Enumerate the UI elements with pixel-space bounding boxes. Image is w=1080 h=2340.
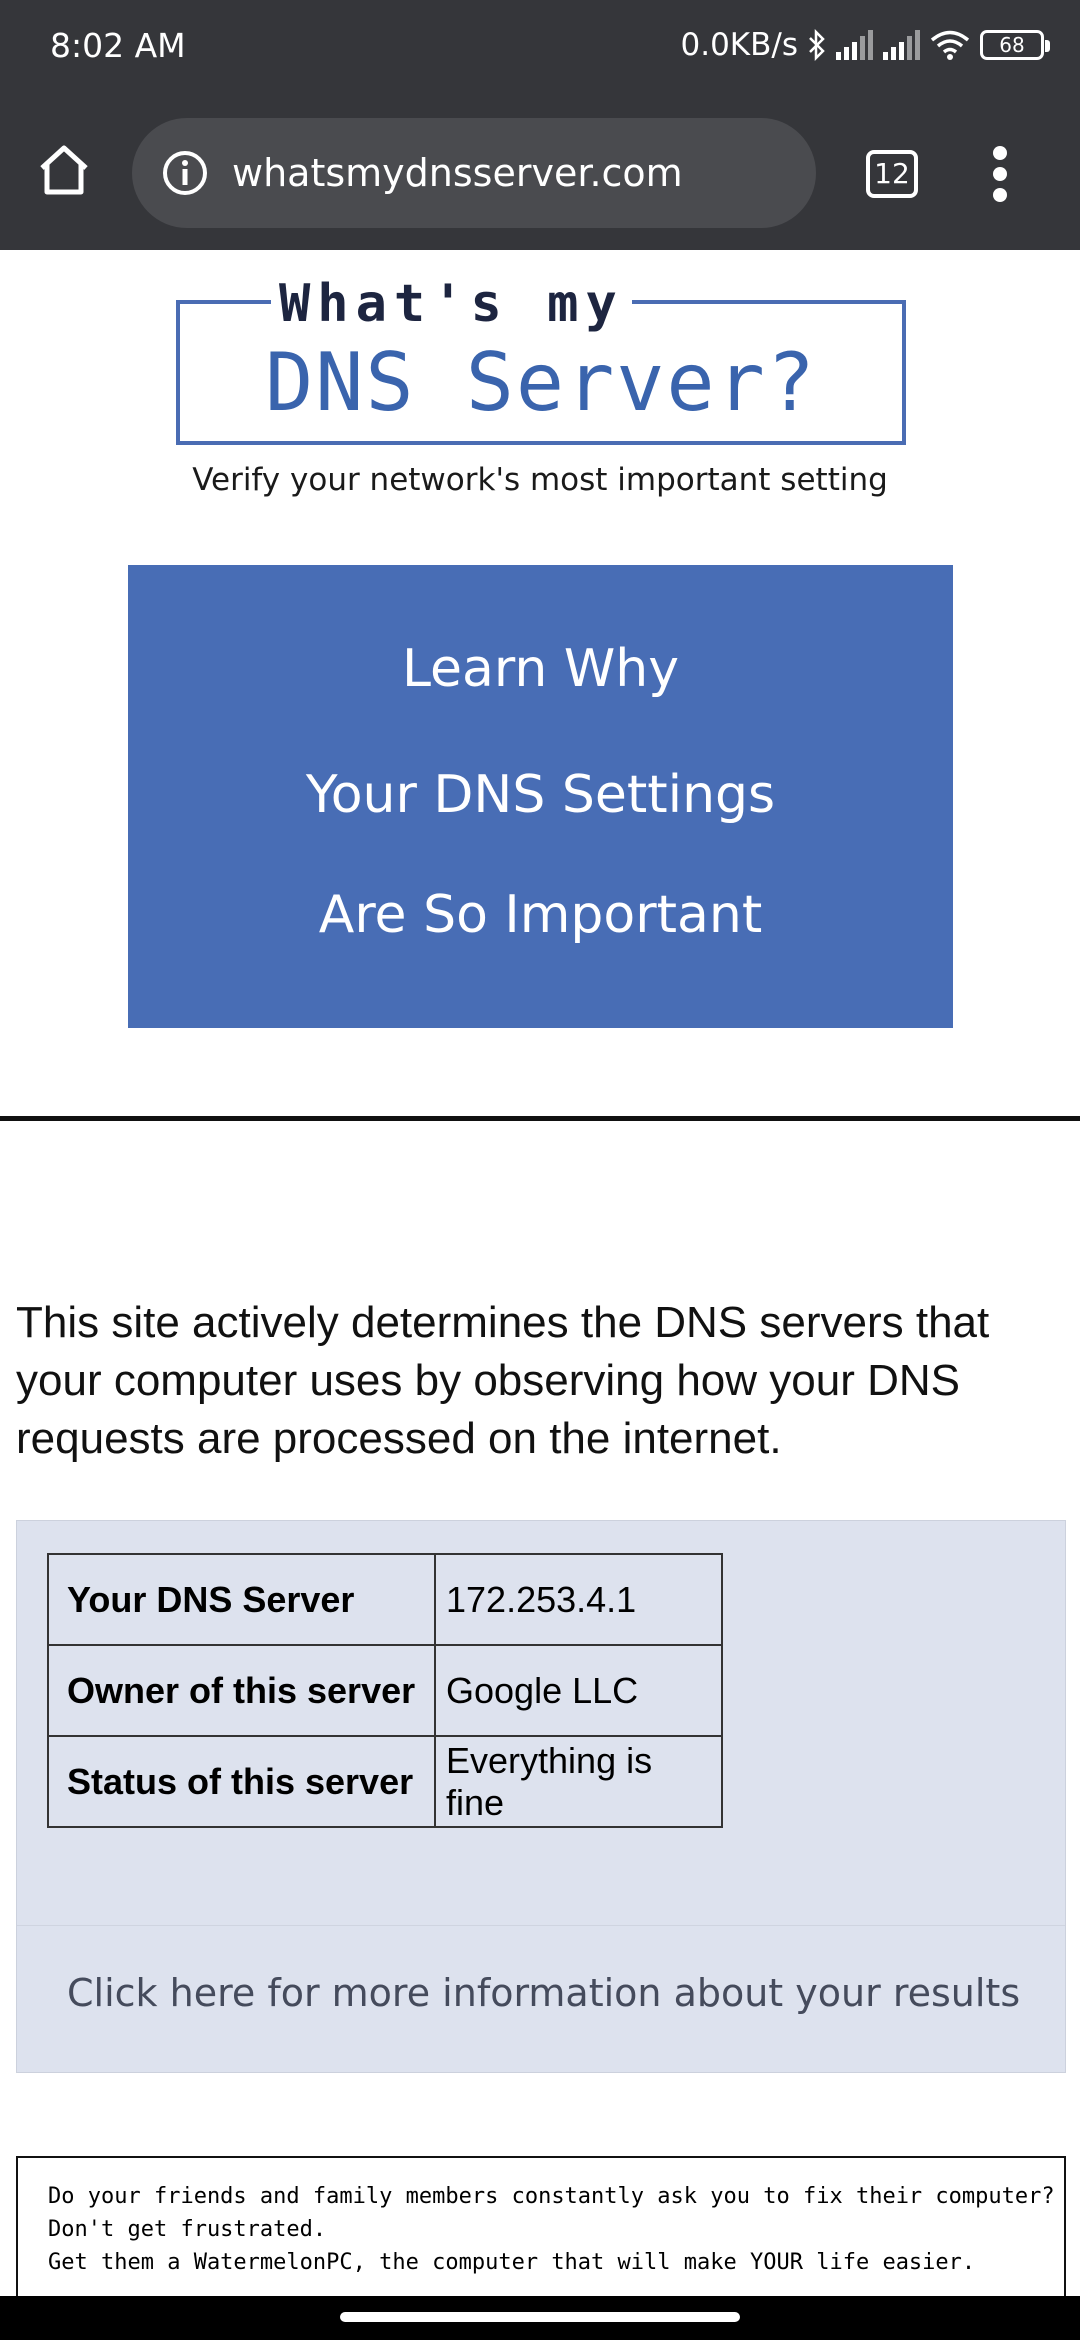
url-bar[interactable]: whatsmydnsserver.com <box>132 118 816 228</box>
banner-line: Your DNS Settings <box>305 765 776 825</box>
row-value: Google LLC <box>434 1644 723 1737</box>
row-value: Everything is fine <box>434 1735 723 1828</box>
more-info-link[interactable]: Click here for more information about yo… <box>67 1971 1020 2015</box>
logo-top-text: What's my <box>271 274 632 334</box>
learn-why-banner[interactable]: Learn Why Your DNS Settings Are So Impor… <box>128 565 953 1028</box>
banner-line: Learn Why <box>401 639 679 699</box>
system-nav-bar <box>0 2296 1080 2340</box>
status-time: 8:02 AM <box>50 26 186 65</box>
wifi-icon <box>930 30 970 60</box>
tabs-icon[interactable]: 12 <box>866 150 918 198</box>
row-value: 172.253.4.1 <box>434 1553 723 1646</box>
table-row: Your DNS Server 172.253.4.1 <box>47 1553 723 1646</box>
signal-icon <box>836 30 873 60</box>
row-label: Your DNS Server <box>47 1553 436 1646</box>
results-table: Your DNS Server 172.253.4.1 Owner of thi… <box>47 1553 723 1828</box>
status-bar: 8:02 AM 0.0KB/s 68 <box>0 0 1080 90</box>
banner-line: Are So Important <box>318 885 763 945</box>
more-vert-icon[interactable] <box>986 146 1016 202</box>
results-separator <box>17 1925 1065 1926</box>
site-logo[interactable]: What's my DNS Server? <box>176 274 906 445</box>
ad-line: Don't get frustrated. <box>48 2217 327 2242</box>
divider <box>0 1116 1080 1121</box>
network-speed: 0.0KB/s <box>680 27 799 63</box>
signal-icon <box>883 30 920 60</box>
info-icon[interactable] <box>162 150 208 196</box>
table-row: Status of this server Everything is fine <box>47 1735 723 1828</box>
tagline: Verify your network's most important set… <box>192 462 888 498</box>
url-text[interactable]: whatsmydnsserver.com <box>232 150 683 196</box>
results-panel: Your DNS Server 172.253.4.1 Owner of thi… <box>16 1520 1066 2073</box>
ad-line: Get them a WatermelonPC, the computer th… <box>48 2250 976 2275</box>
logo-main-text: DNS Server? <box>265 336 817 429</box>
home-gesture-handle[interactable] <box>340 2312 740 2322</box>
table-row: Owner of this server Google LLC <box>47 1644 723 1737</box>
status-icons: 0.0KB/s 68 <box>680 24 1050 66</box>
battery-icon: 68 <box>980 30 1050 60</box>
intro-text: This site actively determines the DNS se… <box>16 1298 990 1463</box>
ad-line: Do your friends and family members const… <box>48 2184 1055 2209</box>
bluetooth-icon <box>809 29 825 61</box>
browser-toolbar: whatsmydnsserver.com 12 <box>0 90 1080 250</box>
home-icon[interactable] <box>36 142 92 198</box>
row-label: Owner of this server <box>47 1644 436 1737</box>
row-label: Status of this server <box>47 1735 436 1828</box>
ad-box[interactable]: Do your friends and family members const… <box>16 2156 1066 2296</box>
